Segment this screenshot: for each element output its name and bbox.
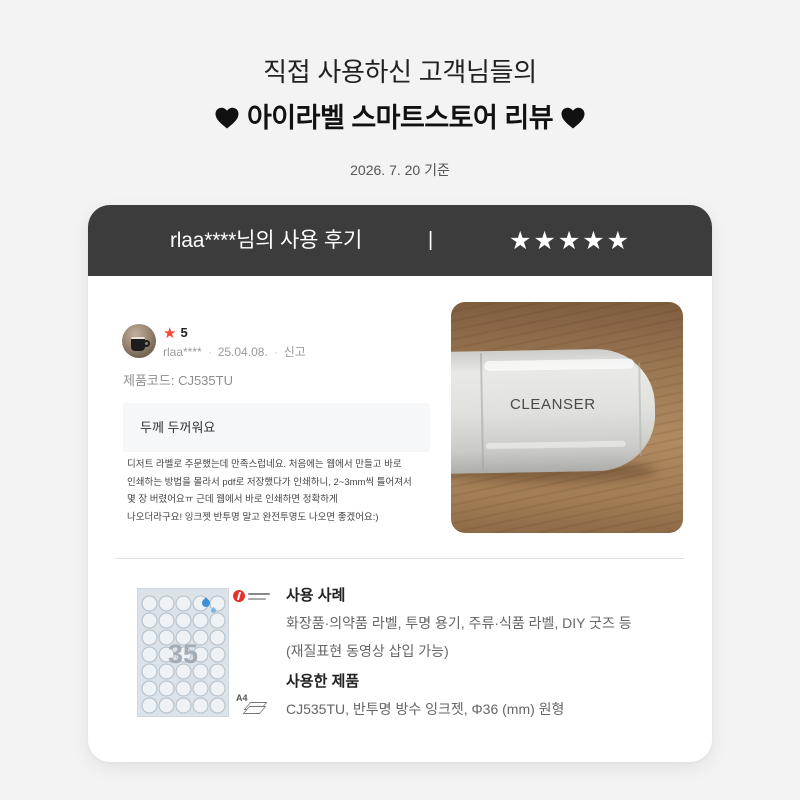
review-summary-text: 두께 두꺼워요 [140,420,216,435]
bottle-label-text: CLEANSER [510,396,596,413]
brand-logo [233,590,271,604]
used-product-title: 사용한 제품 [286,673,360,690]
reviewer-name: rlaa**** [163,345,202,359]
brand-logo-wordmark [248,598,266,600]
product-code: 제품코드: CJ535TU [123,373,233,388]
usage-description: 화장품·의약품 라벨, 투명 용기, 주류·식품 라벨, DIY 굿즈 등 [286,615,632,631]
paper-size-label: A4 [236,693,248,703]
meta-separator: · [207,345,212,359]
heart-icon [561,107,585,129]
headline-store-review-title: 아이라벨 스마트스토어 리뷰 [246,103,554,133]
title-separator: | [428,229,434,251]
paper-size-badge: A4 [236,693,268,717]
usage-title: 사용 사례 [286,587,346,604]
meta-separator: · [273,345,278,359]
rating-row: ★ 5 [163,324,188,342]
mug-handle [143,340,150,347]
review-card-header: rlaa****님의 사용 후기 | ★★★★★ [88,205,712,276]
headline-line1: 직접 사용하신 고객님들의 [263,57,537,87]
label-sheet-image: 35 [138,589,228,716]
bottle-cap-seam [479,353,485,472]
avatar [122,324,156,358]
review-photo: CLEANSER [451,302,683,533]
review-body-line: 나오더라구요! 잉크젯 반투명 말고 완전투명도 나오면 좋겠어요:) [127,511,379,523]
review-date: 25.04.08. [217,345,268,359]
bottle-highlight [485,440,626,450]
star-icon: ★ [163,324,177,342]
review-card: rlaa****님의 사용 후기 | ★★★★★ ★ 5 rlaa**** · … [88,205,712,762]
review-card-title: rlaa****님의 사용 후기 [170,229,363,252]
usage-description-note: (재질표현 동영상 삽입 가능) [286,643,449,659]
review-summary-box: 두께 두꺼워요 [123,403,430,452]
headline-line2: 아이라벨 스마트스토어 리뷰 [0,100,800,136]
section-divider [115,558,684,559]
rating-value: 5 [180,325,188,340]
label-count: 35 [168,639,199,669]
heart-icon [215,107,239,129]
report-link[interactable]: 신고 [284,344,306,360]
bottle-end-seam [638,362,642,457]
date-note: 2026. 7. 20 기준 [350,162,450,178]
brand-logo-wordmark [248,593,270,595]
review-meta: rlaa**** · 25.04.08. · 신고 [163,344,306,360]
used-product-description: CJ535TU, 반투명 방수 잉크젯, Φ36 (mm) 원형 [286,701,565,717]
review-body: 디저트 라벨로 주문했는데 만족스럽네요. 처음에는 웹에서 만들고 바로 인쇄… [127,456,445,526]
review-body-line: 디저트 라벨로 주문했는데 만족스럽네요. 처음에는 웹에서 만들고 바로 [127,459,402,470]
review-body-line: 몇 장 버렸어요ㅠ 근데 웹에서 바로 인쇄하면 정확하게 [127,494,338,505]
review-body-line: 인쇄하는 방법을 몰라서 pdf로 저장했다가 인쇄하니, 2~3mm씩 틀어져… [127,476,412,488]
bottle-highlight [484,358,635,372]
brand-logo-icon [233,590,245,602]
five-star-icons: ★★★★★ [509,226,632,255]
